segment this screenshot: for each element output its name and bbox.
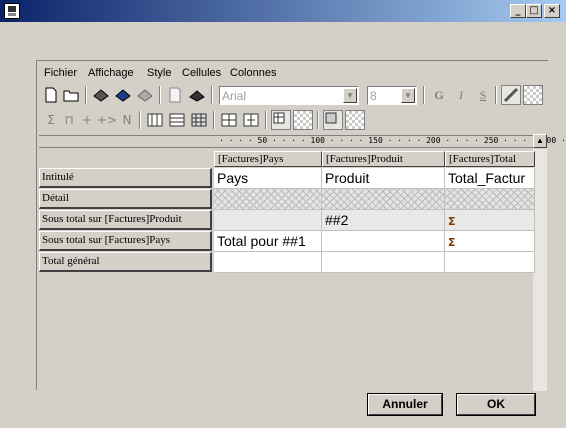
grid-cell[interactable]: ##2 [322, 210, 445, 231]
row-header-detail[interactable]: Détail [39, 189, 212, 209]
cell-pattern-icon[interactable] [345, 110, 365, 130]
grid-cell[interactable]: Produit [322, 168, 445, 189]
column-header-total[interactable]: [Factures]Total [445, 151, 535, 167]
row-header-subtotal-produit[interactable]: Sous total sur [Factures]Produit [39, 210, 212, 230]
grid-cell[interactable]: Total_Factur [445, 168, 535, 189]
menu-style[interactable]: Style [147, 67, 171, 79]
min-icon[interactable]: +< [77, 110, 97, 147]
row-layout-icon[interactable] [167, 110, 187, 130]
background-pattern-icon[interactable] [293, 110, 313, 130]
chevron-down-icon[interactable]: ▼ [343, 88, 357, 103]
column-layout-icon[interactable] [145, 110, 165, 130]
maximize-button[interactable]: □ [526, 4, 542, 18]
title-bar[interactable]: _ □ × [0, 0, 566, 22]
new-file-icon[interactable] [41, 85, 61, 105]
app-icon[interactable] [4, 3, 20, 19]
grid-cell[interactable] [322, 189, 445, 210]
menu-cellules[interactable]: Cellules [182, 67, 221, 79]
grid-cell[interactable] [214, 189, 322, 210]
grid-cell[interactable]: Σ [445, 231, 535, 252]
ok-button[interactable]: OK [457, 394, 535, 415]
underline-button[interactable]: S [473, 85, 493, 105]
grid-cell[interactable] [322, 252, 445, 273]
grid-cell[interactable] [322, 231, 445, 252]
horizontal-ruler: · · · · 50 · · · · 100 · · · · 150 · · ·… [39, 135, 566, 148]
bold-button[interactable]: G [429, 85, 449, 105]
cancel-button[interactable]: Annuler [368, 394, 442, 415]
border-style-icon[interactable] [271, 110, 291, 130]
quick-report-editor: Fichier Affichage Style Cellules Colonne… [36, 60, 566, 391]
ruler-scale: · · · · 50 · · · · 100 · · · · 150 · · ·… [219, 136, 566, 145]
insert-column-icon[interactable] [219, 110, 239, 130]
close-button[interactable]: × [544, 4, 560, 18]
menu-affichage[interactable]: Affichage [88, 67, 134, 79]
vertical-scrollbar[interactable] [533, 149, 547, 391]
delete-column-icon[interactable] [241, 110, 261, 130]
column-header-pays[interactable]: [Factures]Pays [214, 151, 322, 167]
grid-cell[interactable] [214, 252, 322, 273]
sum-icon: Σ [448, 236, 456, 249]
disk-icon[interactable] [91, 85, 111, 105]
grid-cell[interactable]: Total pour ##1 [214, 231, 322, 252]
print-icon[interactable] [187, 85, 207, 105]
preview-icon[interactable] [165, 85, 185, 105]
row-header-grand-total[interactable]: Total général [39, 252, 212, 272]
italic-button[interactable]: I [451, 85, 471, 105]
save-icon[interactable] [113, 85, 133, 105]
font-size-select[interactable]: 8 ▼ [367, 86, 417, 105]
sum-icon[interactable]: Σ [41, 110, 61, 130]
report-grid: [Factures]Pays [Factures]Produit [Factur… [39, 149, 535, 391]
grid-cell[interactable]: Σ [445, 210, 535, 231]
count-icon[interactable]: N [117, 110, 137, 130]
cell-border-icon[interactable] [323, 110, 343, 130]
open-folder-icon[interactable] [61, 85, 81, 105]
grid-cell[interactable] [445, 189, 535, 210]
menu-fichier[interactable]: Fichier [44, 67, 77, 79]
fill-pattern-icon[interactable] [523, 85, 543, 105]
line-tool-icon[interactable] [501, 85, 521, 105]
scroll-up-arrow-icon[interactable]: ▲ [533, 134, 547, 148]
grid-cell[interactable] [445, 252, 535, 273]
toolbar-secondary: Σ ⊓ +< +> N [39, 108, 547, 147]
grid-layout-icon[interactable] [189, 110, 209, 130]
menu-bar: Fichier Affichage Style Cellules Colonne… [39, 63, 547, 83]
chevron-down-icon[interactable]: ▼ [401, 88, 415, 103]
row-header-intitule[interactable]: Intitulé [39, 168, 212, 188]
max-icon[interactable]: +> [97, 110, 117, 130]
minimize-button[interactable]: _ [510, 4, 526, 18]
average-icon[interactable]: ⊓ [59, 110, 79, 130]
toolbar-main: Arial ▼ 8 ▼ G I S [39, 83, 547, 107]
row-header-subtotal-pays[interactable]: Sous total sur [Factures]Pays [39, 231, 212, 251]
sum-icon: Σ [448, 215, 456, 228]
menu-colonnes[interactable]: Colonnes [230, 67, 276, 79]
save-all-icon[interactable] [135, 85, 155, 105]
grid-cell[interactable]: Pays [214, 168, 322, 189]
column-header-produit[interactable]: [Factures]Produit [322, 151, 445, 167]
font-select[interactable]: Arial ▼ [219, 86, 359, 105]
grid-cell[interactable] [214, 210, 322, 231]
